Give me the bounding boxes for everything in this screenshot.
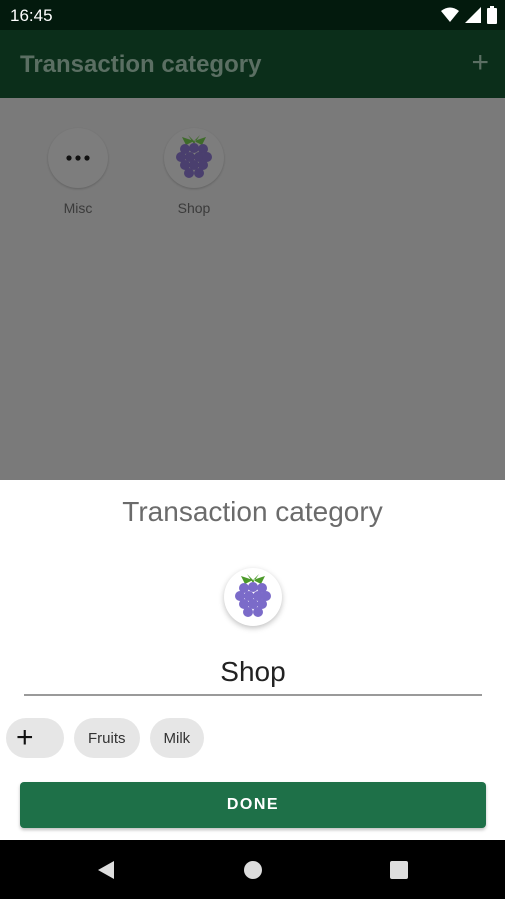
done-button[interactable]: DONE bbox=[20, 782, 486, 828]
dialog-title: Transaction category bbox=[122, 496, 383, 527]
category-item-shop[interactable]: Shop bbox=[162, 128, 226, 216]
home-icon[interactable] bbox=[243, 860, 263, 885]
page-title: Transaction category bbox=[20, 51, 262, 78]
add-tag-chip[interactable]: + bbox=[6, 718, 64, 758]
app-bar: Transaction category + bbox=[0, 30, 505, 98]
category-label: Shop bbox=[177, 200, 211, 216]
tag-chip-milk[interactable]: Milk bbox=[149, 718, 205, 758]
system-nav-bar bbox=[0, 840, 505, 899]
back-icon[interactable] bbox=[96, 860, 116, 885]
recents-icon[interactable] bbox=[389, 860, 409, 885]
tag-chips: + Fruits Milk bbox=[6, 718, 205, 758]
wifi-icon bbox=[441, 7, 459, 28]
more-dots-icon bbox=[48, 128, 108, 188]
category-grid: Misc Shop bbox=[0, 98, 505, 480]
battery-icon bbox=[487, 6, 497, 29]
status-time: 16:45 bbox=[10, 6, 53, 25]
add-category-icon[interactable]: + bbox=[471, 48, 489, 78]
signal-icon bbox=[465, 7, 481, 28]
grapes-icon bbox=[164, 128, 224, 188]
category-edit-sheet: Transaction category + Fruits Milk DONE bbox=[0, 480, 505, 840]
status-icons bbox=[441, 6, 497, 29]
category-label: Misc bbox=[63, 200, 93, 216]
status-bar: 16:45 bbox=[0, 0, 505, 30]
plus-icon: + bbox=[16, 721, 34, 754]
tag-chip-fruits[interactable]: Fruits bbox=[74, 718, 140, 758]
grapes-icon[interactable] bbox=[224, 568, 282, 626]
category-item-misc[interactable]: Misc bbox=[46, 128, 110, 216]
category-name-input[interactable] bbox=[24, 648, 482, 696]
